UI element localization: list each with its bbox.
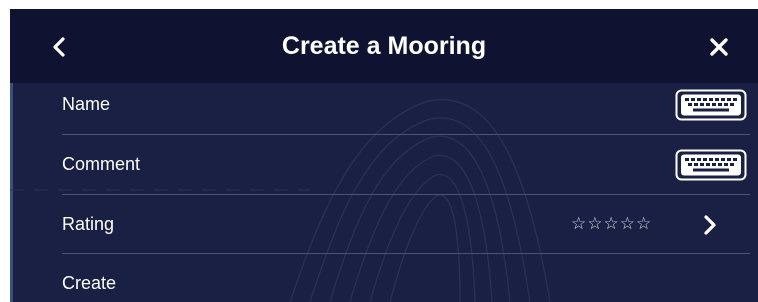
keyboard-icon[interactable] xyxy=(675,149,747,181)
chevron-left-icon xyxy=(53,37,65,57)
close-icon xyxy=(710,38,728,56)
name-row[interactable]: Name xyxy=(10,75,758,134)
comment-label: Comment xyxy=(62,154,141,174)
chevron-right-icon xyxy=(704,215,716,235)
create-mooring-dialog: Create a Mooring Name Comment Rating ☆☆☆… xyxy=(10,9,758,302)
comment-row[interactable]: Comment xyxy=(10,135,758,194)
rating-row[interactable]: Rating ☆☆☆☆☆ xyxy=(10,195,758,254)
rating-label: Rating xyxy=(62,214,115,234)
dialog-title: Create a Mooring xyxy=(281,32,487,60)
create-row[interactable]: Create xyxy=(10,254,758,302)
create-label: Create xyxy=(62,273,117,293)
close-button[interactable] xyxy=(702,29,736,65)
name-label: Name xyxy=(62,94,111,114)
star-rating: ☆☆☆☆☆ xyxy=(571,214,653,234)
keyboard-icon[interactable] xyxy=(675,89,747,121)
dialog-header: Create a Mooring xyxy=(10,9,758,83)
back-button[interactable] xyxy=(44,29,74,65)
